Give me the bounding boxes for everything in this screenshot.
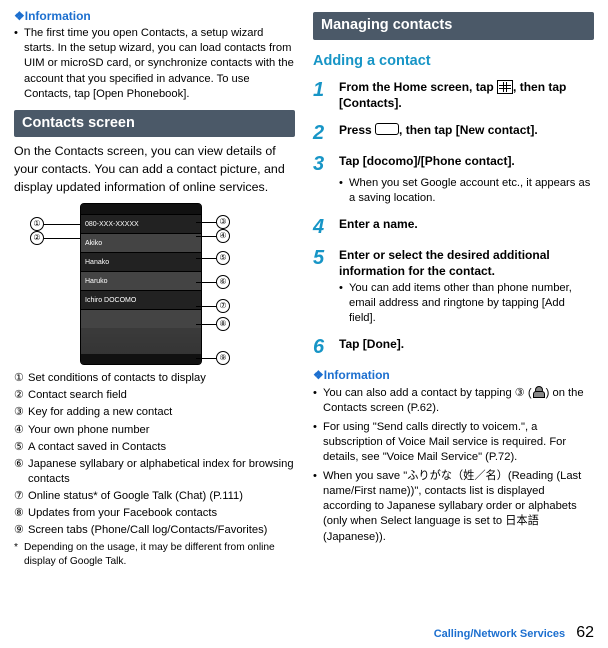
def-item: ①Set conditions of contacts to display <box>14 371 295 386</box>
info-text: When you save "ふりがな（姓／名）(Reading (Last n… <box>323 469 594 545</box>
step-1: 1 From the Home screen, tap , then tap [… <box>313 79 594 111</box>
right-column: Managing contacts Adding a contact 1 Fro… <box>313 8 594 648</box>
step-number: 3 <box>313 153 339 174</box>
page: { "left": { "info_head": "❖Information",… <box>0 0 608 648</box>
step-number: 2 <box>313 122 339 143</box>
def-item: ⑧Updates from your Facebook contacts <box>14 506 295 521</box>
step-6: 6 Tap [Done]. <box>313 336 594 357</box>
footnote: *Depending on the usage, it may be diffe… <box>14 541 295 568</box>
step-number: 4 <box>313 216 339 237</box>
phone-row: 080-XXX-XXXXX <box>81 214 201 233</box>
def-item: ⑦Online status* of Google Talk (Chat) (P… <box>14 489 295 504</box>
bullet-dot: • <box>14 26 24 102</box>
info-heading: ❖Information <box>313 367 594 383</box>
callout-6: ⑥ <box>216 275 230 289</box>
left-column: ❖Information • The first time you open C… <box>14 8 295 648</box>
callout-circle: ⑨ <box>216 351 230 365</box>
def-item: ③Key for adding a new contact <box>14 405 295 420</box>
step-title: Enter or select the desired additional i… <box>339 247 594 279</box>
step-5: 5 Enter or select the desired additional… <box>313 247 594 327</box>
phone-row <box>81 309 201 328</box>
info-bullet: • For using "Send calls directly to voic… <box>313 420 594 465</box>
callout-8: ⑧ <box>216 317 230 331</box>
step-2: 2 Press , then tap [New contact]. <box>313 122 594 143</box>
callout-circle: ⑥ <box>216 275 230 289</box>
info-bullet: • You can also add a contact by tapping … <box>313 386 594 416</box>
callout-1: ① <box>30 217 44 231</box>
step-number: 1 <box>313 79 339 100</box>
phone-row: Hanako <box>81 252 201 271</box>
def-item: ⑨Screen tabs (Phone/Call log/Contacts/Fa… <box>14 523 295 538</box>
phone-row: Haruko <box>81 271 201 290</box>
section-contacts-screen: Contacts screen <box>14 110 295 138</box>
callout-circle: ③ <box>216 215 230 229</box>
info-heading: ❖Information <box>14 8 295 24</box>
subhead-adding-contact: Adding a contact <box>313 52 594 72</box>
page-number: 62 <box>576 624 594 641</box>
def-item: ⑤A contact saved in Contacts <box>14 440 295 455</box>
info-bullet: • When you save "ふりがな（姓／名）(Reading (Last… <box>313 469 594 545</box>
callout-circle: ⑧ <box>216 317 230 331</box>
callout-5: ⑤ <box>216 251 230 265</box>
phone-row: Akiko <box>81 233 201 252</box>
phone-row: Ichiro DOCOMO <box>81 290 201 309</box>
phone-bottom-bar <box>81 354 201 364</box>
menu-key-icon <box>375 123 399 135</box>
def-item: ⑥Japanese syllabary or alphabetical inde… <box>14 457 295 487</box>
page-footer: Calling/Network Services 62 <box>434 622 594 644</box>
step-number: 5 <box>313 247 339 268</box>
step-title: Enter a name. <box>339 216 594 232</box>
def-item: ②Contact search field <box>14 388 295 403</box>
step-number: 6 <box>313 336 339 357</box>
step-4: 4 Enter a name. <box>313 216 594 237</box>
callout-circle: ② <box>30 231 44 245</box>
info-text: For using "Send calls directly to voicem… <box>323 420 594 465</box>
phone-mock: 080-XXX-XXXXX Akiko Hanako Haruko Ichiro… <box>80 203 202 365</box>
home-grid-icon <box>497 80 513 94</box>
person-icon <box>532 386 546 398</box>
callout-definitions: ①Set conditions of contacts to display ②… <box>14 371 295 540</box>
step-sub: •You can add items other than phone numb… <box>339 281 594 326</box>
status-bar <box>81 204 201 214</box>
step-title: Press , then tap [New contact]. <box>339 122 594 138</box>
def-item: ④Your own phone number <box>14 423 295 438</box>
section-managing-contacts: Managing contacts <box>313 12 594 40</box>
phone-diagram: 080-XXX-XXXXX Akiko Hanako Haruko Ichiro… <box>30 203 270 363</box>
step-title: From the Home screen, tap , then tap [Co… <box>339 79 594 111</box>
callout-circle: ⑤ <box>216 251 230 265</box>
step-title: Tap [docomo]/[Phone contact]. <box>339 153 594 169</box>
info-text: You can also add a contact by tapping ③ … <box>323 386 594 416</box>
callout-3: ③ <box>216 215 230 229</box>
callout-2: ② <box>30 231 44 245</box>
callout-circle: ⑦ <box>216 299 230 313</box>
info-text: The first time you open Contacts, a setu… <box>24 26 295 102</box>
callout-9: ⑨ <box>216 351 230 365</box>
step-title: Tap [Done]. <box>339 336 594 352</box>
step-3: 3 Tap [docomo]/[Phone contact]. •When yo… <box>313 153 594 206</box>
callout-4: ④ <box>216 229 230 243</box>
intro-text: On the Contacts screen, you can view det… <box>14 143 295 197</box>
callout-circle: ① <box>30 217 44 231</box>
info-bullet: • The first time you open Contacts, a se… <box>14 26 295 102</box>
callout-circle: ④ <box>216 229 230 243</box>
step-sub: •When you set Google account etc., it ap… <box>339 176 594 206</box>
footer-label: Calling/Network Services <box>434 628 565 640</box>
callout-7: ⑦ <box>216 299 230 313</box>
